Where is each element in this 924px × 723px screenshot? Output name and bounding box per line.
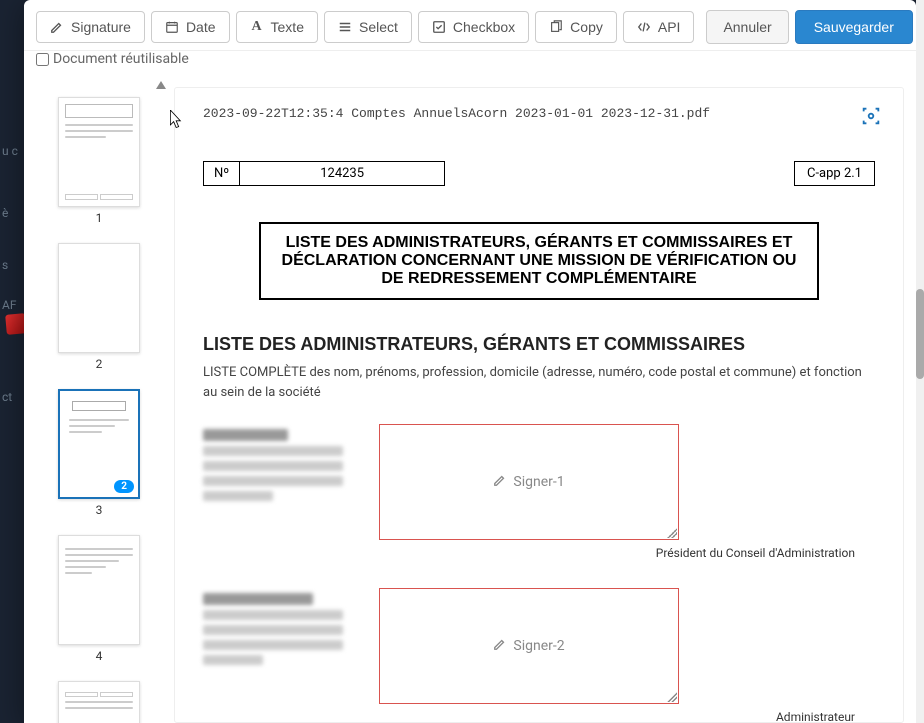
api-button[interactable]: API bbox=[623, 11, 695, 43]
save-button[interactable]: Sauvegarder bbox=[795, 10, 913, 44]
signature-icon bbox=[493, 473, 507, 491]
scroll-up-icon bbox=[156, 81, 166, 89]
redacted-person-1 bbox=[203, 424, 343, 506]
section-title: LISTE DES ADMINISTRATEURS, GÉRANTS ET CO… bbox=[203, 334, 875, 355]
api-label: API bbox=[658, 19, 681, 35]
signature-button[interactable]: Signature bbox=[36, 11, 145, 43]
resize-handle[interactable] bbox=[667, 692, 677, 702]
date-label: Date bbox=[186, 19, 216, 35]
page-thumbnail-2[interactable] bbox=[58, 243, 140, 353]
doc-number-box: Nº 124235 bbox=[203, 161, 445, 186]
signature-field-2-label: Signer-2 bbox=[513, 638, 564, 654]
resize-handle[interactable] bbox=[667, 528, 677, 538]
signature-field-1[interactable]: Signer-1 bbox=[379, 424, 679, 540]
thumb-label-4: 4 bbox=[96, 649, 103, 663]
text-button[interactable]: A Texte bbox=[236, 11, 318, 43]
document-filename: 2023-09-22T12:35:4 Comptes AnnuelsAcorn … bbox=[203, 106, 875, 121]
copy-icon bbox=[549, 20, 563, 34]
signature-icon bbox=[50, 20, 64, 34]
section-description: LISTE COMPLÈTE des nom, prénoms, profess… bbox=[203, 363, 875, 402]
signature-field-2[interactable]: Signer-2 bbox=[379, 588, 679, 704]
doc-number-value: 124235 bbox=[240, 162, 444, 185]
toolbar: Signature Date A Texte Select Checkbox bbox=[24, 0, 916, 51]
checkbox-label: Checkbox bbox=[453, 19, 515, 35]
page-thumbnail-4[interactable] bbox=[58, 535, 140, 645]
page-thumbnail-3[interactable]: 2 bbox=[58, 389, 140, 499]
workspace: 1 2 2 3 bbox=[24, 77, 916, 723]
main-title-box: LISTE DES ADMINISTRATEURS, GÉRANTS ET CO… bbox=[259, 222, 819, 300]
document-scroll-area[interactable]: 2023-09-22T12:35:4 Comptes AnnuelsAcorn … bbox=[175, 88, 903, 722]
signer-2-role: Administrateur bbox=[203, 710, 855, 722]
thumb-label-2: 2 bbox=[96, 357, 103, 371]
date-button[interactable]: Date bbox=[151, 11, 230, 43]
copy-label: Copy bbox=[570, 19, 603, 35]
code-icon bbox=[637, 20, 651, 34]
checkbox-button[interactable]: Checkbox bbox=[418, 11, 529, 43]
capp-box: C-app 2.1 bbox=[794, 161, 875, 186]
select-button[interactable]: Select bbox=[324, 11, 412, 43]
text-icon: A bbox=[250, 20, 264, 34]
page-thumbnail-1[interactable] bbox=[58, 97, 140, 207]
select-label: Select bbox=[359, 19, 398, 35]
signature-field-1-label: Signer-1 bbox=[513, 474, 564, 490]
thumbnails-panel[interactable]: 1 2 2 3 bbox=[24, 77, 174, 723]
outer-scrollbar-thumb[interactable] bbox=[916, 289, 924, 379]
sign-document-dialog: Signature Date A Texte Select Checkbox bbox=[24, 0, 916, 723]
page-thumbnail-5[interactable] bbox=[58, 681, 140, 723]
calendar-icon bbox=[165, 20, 179, 34]
document-viewer: 2023-09-22T12:35:4 Comptes AnnuelsAcorn … bbox=[174, 87, 904, 723]
redacted-person-2 bbox=[203, 588, 343, 670]
signer-1-role: Président du Conseil d'Administration bbox=[203, 546, 855, 560]
doc-number-label: Nº bbox=[204, 162, 240, 185]
outer-scrollbar[interactable] bbox=[916, 0, 924, 723]
signature-icon bbox=[493, 637, 507, 655]
thumb-badge-3: 2 bbox=[114, 480, 134, 493]
text-label: Texte bbox=[271, 19, 304, 35]
cancel-button[interactable]: Annuler bbox=[706, 10, 788, 44]
signature-label: Signature bbox=[71, 19, 131, 35]
list-icon bbox=[338, 20, 352, 34]
checkbox-icon bbox=[432, 20, 446, 34]
copy-button[interactable]: Copy bbox=[535, 11, 617, 43]
thumb-label-3: 3 bbox=[96, 503, 103, 517]
reusable-doc-label: Document réutilisable bbox=[53, 51, 189, 67]
reusable-doc-checkbox[interactable] bbox=[36, 53, 49, 66]
thumb-label-1: 1 bbox=[96, 211, 103, 225]
